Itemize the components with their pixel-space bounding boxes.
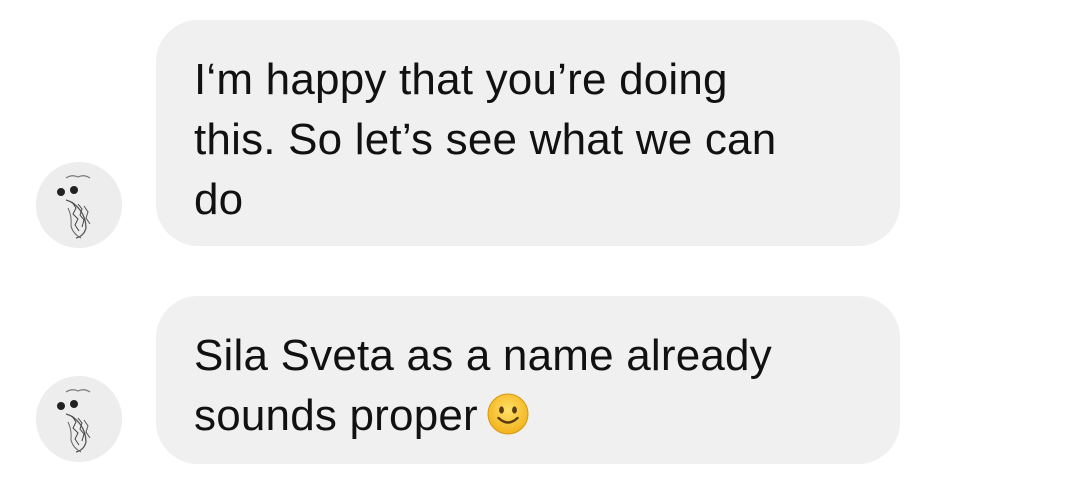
- sketch-avatar-icon: [36, 162, 122, 248]
- message-bubble[interactable]: Sila Sveta as a name already sounds prop…: [156, 296, 900, 464]
- message-text: Sila Sveta as a name already sounds prop…: [194, 331, 772, 440]
- sketch-avatar-icon: [36, 376, 122, 462]
- sender-avatar[interactable]: [36, 162, 122, 248]
- message-row: Sila Sveta as a name already sounds prop…: [0, 296, 1080, 464]
- message-row: I‘m happy that you’re doing this. So let…: [0, 20, 1080, 248]
- chat-thread: I‘m happy that you’re doing this. So let…: [0, 0, 1080, 486]
- message-bubble[interactable]: I‘m happy that you’re doing this. So let…: [156, 20, 900, 246]
- message-text: I‘m happy that you’re doing this. So let…: [194, 55, 777, 224]
- sender-avatar[interactable]: [36, 376, 122, 462]
- slightly-smiling-face-icon: [486, 392, 530, 436]
